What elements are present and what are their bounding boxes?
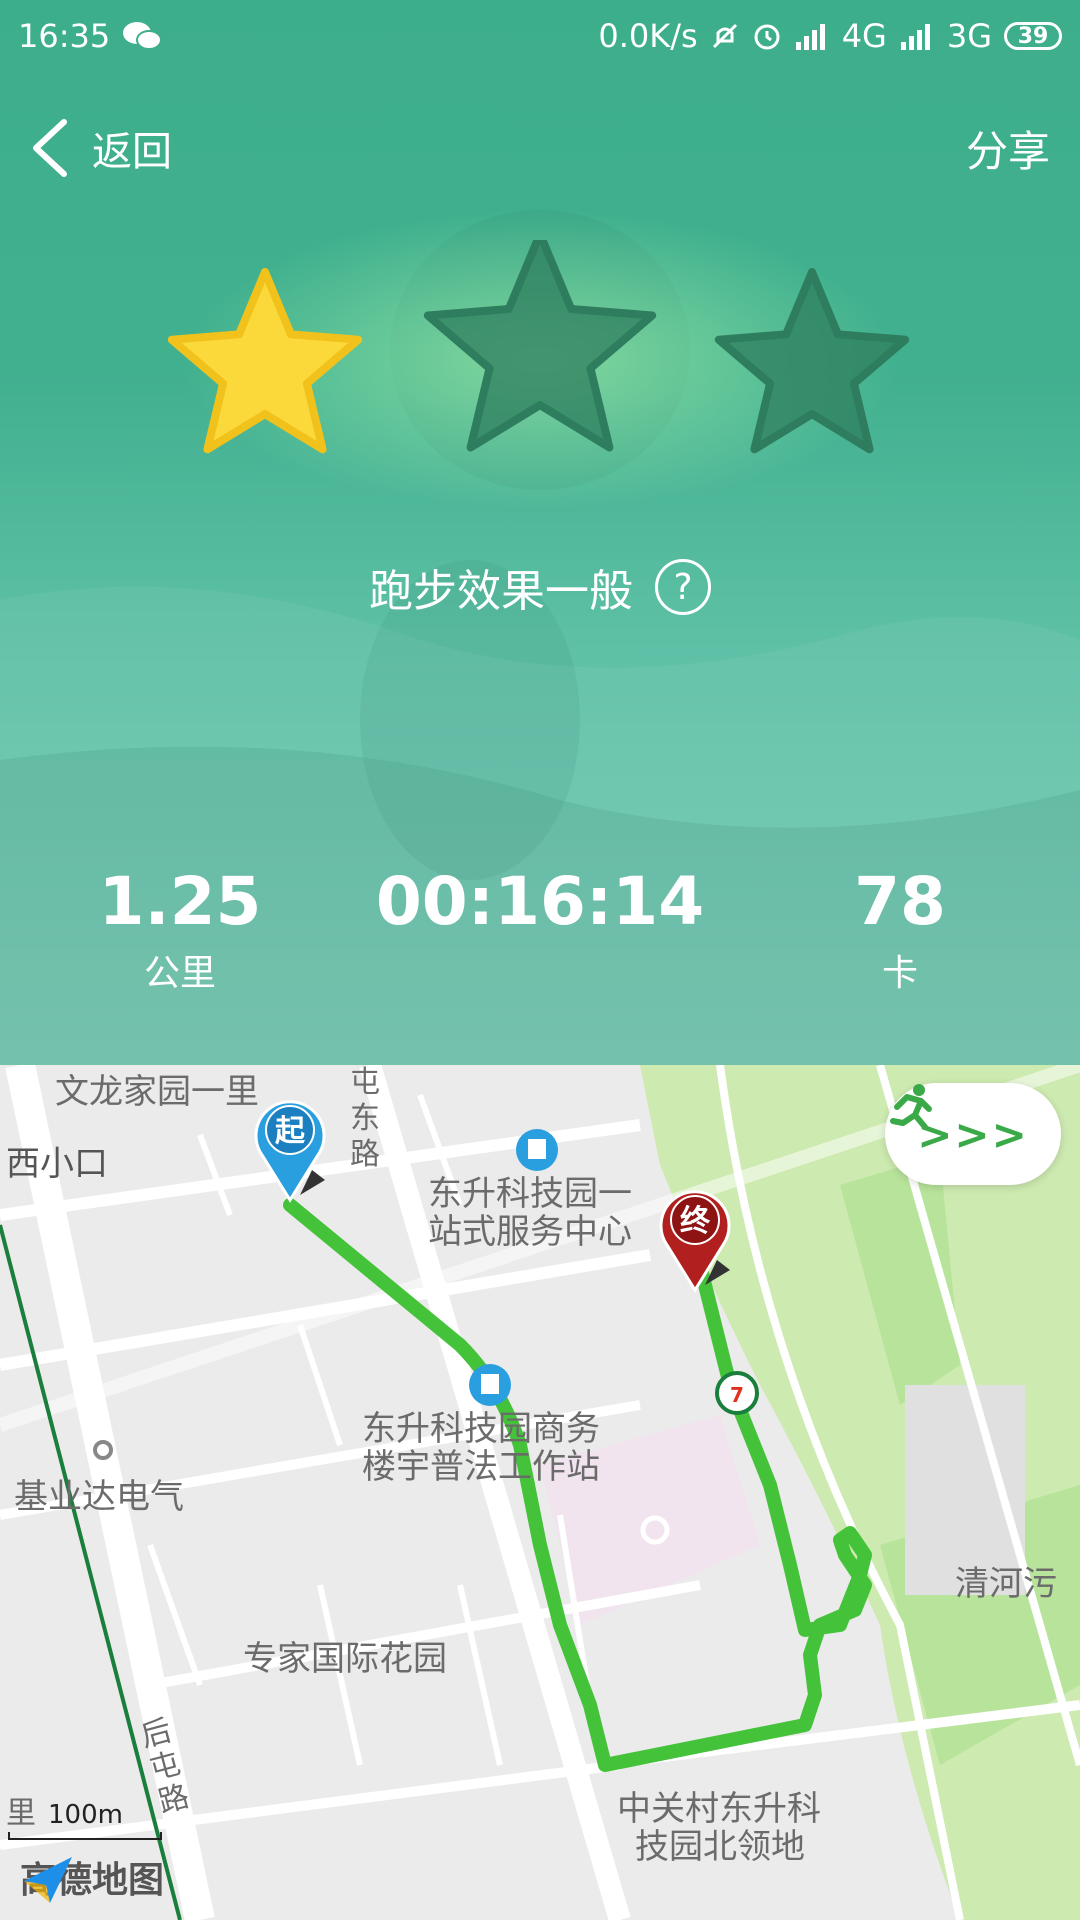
network-type-1: 4G (841, 17, 887, 55)
label-service-center-line2: 站式服务中心 (428, 1212, 632, 1252)
share-button[interactable]: 分享 (966, 118, 1050, 179)
mute-icon (712, 23, 737, 49)
distance-stat: 1.25 公里 (80, 860, 280, 1004)
chevron-left-icon (33, 119, 67, 177)
network-type-2: 3G (946, 17, 992, 55)
svg-text:7: 7 (730, 1383, 744, 1407)
label-zhongguancun-line1: 中关村东升科 (617, 1789, 821, 1829)
status-time: 16:35 (18, 17, 111, 55)
duration-value: 00:16:14 (375, 863, 705, 940)
help-icon[interactable]: ? (655, 559, 711, 615)
label-business-station: 东升科技园商务 楼宇普法工作站 (362, 1410, 600, 1486)
scale-label: 100m (48, 1800, 123, 1830)
distance-unit: 公里 (143, 953, 216, 994)
distance-value: 1.25 (98, 863, 262, 940)
label-zhongguancun-line2: 技园北领地 (635, 1827, 805, 1867)
scale-bar (8, 1832, 162, 1840)
calories-value: 78 (854, 863, 946, 940)
label-xixiaokou: 西小口 (6, 1144, 108, 1184)
star-rating (167, 240, 910, 454)
label-business-station-line2: 楼宇普法工作站 (362, 1447, 600, 1487)
running-man-icon (890, 1084, 932, 1130)
label-jiyeda: 基业达电气 (14, 1477, 184, 1517)
duration-stat: 00:16:14 (340, 860, 740, 944)
route-map[interactable]: 7 起 终 文龙家园一里 西小口 屯东路 东升科技园一 站式服务中心 东升科技园… (0, 1065, 1080, 1920)
signal-icon (795, 24, 825, 50)
back-label: 返回 (92, 129, 172, 175)
star-empty-icon (423, 240, 657, 452)
rating-row: 跑步效果一般 ? (0, 555, 1080, 619)
star-empty-icon (714, 268, 910, 454)
amap-logo: 高德地图 (20, 1851, 164, 1903)
label-wenlong: 文龙家园一里 (55, 1072, 259, 1112)
run-stats: 1.25 公里 00:16:14 78 卡 (0, 860, 1080, 1010)
replay-run-button[interactable]: >>> (885, 1083, 1061, 1185)
wechat-icon (123, 22, 163, 50)
status-bar: 16:35 0.0K/s 4G 3G 39 (0, 0, 1080, 72)
label-business-station-line1: 东升科技园商务 (362, 1409, 600, 1449)
label-tundonglu: 屯东路 (350, 1065, 380, 1172)
calories-stat: 78 卡 (800, 860, 1000, 1004)
map-scale: 100m (8, 1800, 162, 1840)
end-marker[interactable]: 终 (659, 1190, 731, 1293)
start-marker[interactable]: 起 (254, 1100, 326, 1203)
end-marker-label: 终 (680, 1204, 711, 1239)
star-filled-icon (167, 268, 363, 454)
label-qinghe: 清河污 (955, 1564, 1057, 1604)
top-nav: 返回 分享 (0, 100, 1080, 196)
run-summary-header: 16:35 0.0K/s 4G 3G 39 返回 分享 跑步效果一般 ? 1.2… (0, 0, 1080, 1065)
label-zhongguancun: 中关村东升科 技园北领地 (617, 1790, 821, 1866)
label-service-center-line1: 东升科技园一 (428, 1174, 632, 1214)
net-speed: 0.0K/s (598, 17, 698, 55)
battery-icon: 39 (1004, 22, 1062, 50)
amap-arrow-icon (24, 1857, 72, 1903)
start-marker-label: 起 (275, 1114, 306, 1149)
rating-text: 跑步效果一般 (369, 566, 633, 617)
label-zhuanjia: 专家国际花园 (243, 1639, 447, 1679)
calories-unit: 卡 (881, 953, 918, 994)
back-button[interactable]: 返回 (30, 118, 172, 178)
label-service-center: 东升科技园一 站式服务中心 (428, 1175, 632, 1251)
alarm-icon (754, 24, 780, 50)
signal-icon-2 (900, 24, 930, 50)
